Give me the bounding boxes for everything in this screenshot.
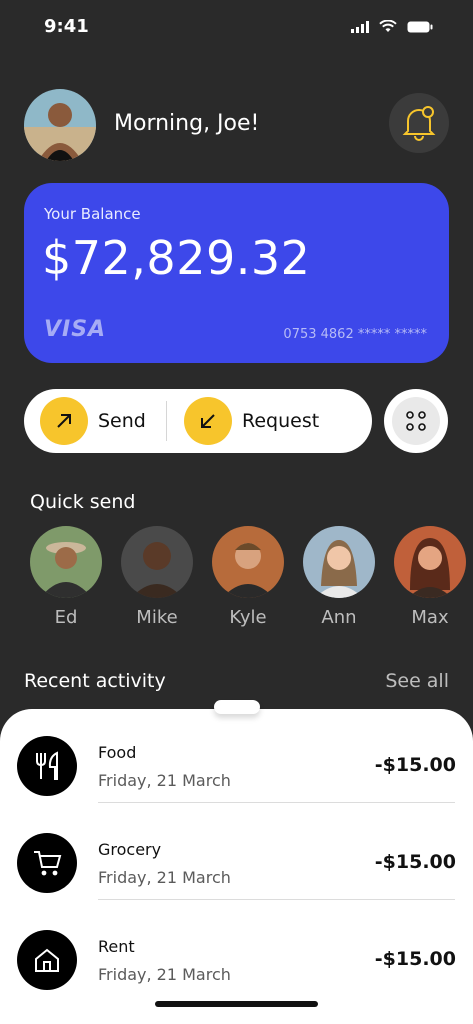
send-label: Send bbox=[98, 410, 146, 432]
request-button[interactable]: Request bbox=[184, 397, 319, 445]
wifi-icon bbox=[379, 20, 397, 32]
divider bbox=[98, 802, 455, 803]
cart-icon bbox=[17, 833, 77, 893]
card-brand-logo: VISA bbox=[44, 317, 107, 342]
transfer-actions: Send Request bbox=[24, 389, 372, 453]
transaction-date: Friday, 21 March bbox=[98, 868, 231, 887]
list-item[interactable]: Food Friday, 21 March -$15.00 bbox=[0, 721, 473, 818]
transaction-date: Friday, 21 March bbox=[98, 965, 231, 984]
battery-icon bbox=[407, 21, 433, 32]
contact-ann[interactable]: Ann bbox=[303, 526, 375, 628]
contact-name: Mike bbox=[136, 607, 178, 628]
house-icon bbox=[17, 930, 77, 990]
transaction-amount: -$15.00 bbox=[374, 948, 456, 970]
more-actions-button[interactable] bbox=[384, 389, 448, 453]
contact-name: Ann bbox=[321, 607, 357, 628]
transaction-title: Food bbox=[98, 743, 137, 762]
contact-ed[interactable]: Ed bbox=[30, 526, 102, 628]
bell-icon bbox=[402, 106, 436, 141]
card-number: 0753 4862 ***** ***** bbox=[283, 327, 427, 342]
contact-name: Max bbox=[411, 607, 449, 628]
arrow-up-right-icon bbox=[40, 397, 88, 445]
quick-send-list: Ed Mike Kyle Ann Max bbox=[30, 526, 473, 636]
contact-avatar bbox=[394, 526, 466, 598]
home-indicator[interactable] bbox=[155, 1001, 318, 1007]
see-all-link[interactable]: See all bbox=[385, 670, 449, 692]
transaction-title: Grocery bbox=[98, 840, 162, 859]
send-button[interactable]: Send bbox=[40, 397, 146, 445]
grid-icon bbox=[406, 411, 426, 431]
avatar[interactable] bbox=[24, 89, 96, 161]
signal-icon bbox=[351, 20, 369, 33]
contact-name: Kyle bbox=[229, 607, 267, 628]
header: Morning, Joe! bbox=[24, 89, 449, 161]
fork-knife-icon bbox=[17, 736, 77, 796]
list-item[interactable]: Rent Friday, 21 March -$15.00 bbox=[0, 915, 473, 1012]
list-item[interactable]: Grocery Friday, 21 March -$15.00 bbox=[0, 818, 473, 915]
divider bbox=[98, 899, 455, 900]
transaction-date: Friday, 21 March bbox=[98, 771, 231, 790]
balance-label: Your Balance bbox=[44, 205, 141, 223]
transaction-amount: -$15.00 bbox=[374, 754, 456, 776]
greeting-text: Morning, Joe! bbox=[114, 111, 260, 136]
status-bar: 9:41 bbox=[0, 0, 473, 54]
quick-send-title: Quick send bbox=[30, 491, 136, 513]
activity-sheet: Food Friday, 21 March -$15.00 Grocery Fr… bbox=[0, 709, 473, 1024]
app-screen: 9:41 Morning, Joe! Your Balance $72,829.… bbox=[0, 0, 473, 1024]
notification-button[interactable] bbox=[389, 93, 449, 153]
contact-name: Ed bbox=[54, 607, 78, 628]
contact-max[interactable]: Max bbox=[394, 526, 466, 628]
contact-avatar bbox=[121, 526, 193, 598]
recent-activity-title: Recent activity bbox=[24, 670, 166, 692]
sheet-handle[interactable] bbox=[214, 700, 260, 714]
contact-avatar bbox=[212, 526, 284, 598]
status-icons bbox=[351, 20, 433, 33]
contact-mike[interactable]: Mike bbox=[121, 526, 193, 628]
balance-card[interactable]: Your Balance $72,829.32 VISA 0753 4862 *… bbox=[24, 183, 449, 363]
balance-amount: $72,829.32 bbox=[42, 231, 311, 285]
status-time: 9:41 bbox=[44, 16, 89, 37]
arrow-down-left-icon bbox=[184, 397, 232, 445]
divider bbox=[166, 401, 167, 441]
transaction-title: Rent bbox=[98, 937, 135, 956]
contact-avatar bbox=[30, 526, 102, 598]
transaction-amount: -$15.00 bbox=[374, 851, 456, 873]
contact-kyle[interactable]: Kyle bbox=[212, 526, 284, 628]
request-label: Request bbox=[242, 410, 320, 432]
contact-avatar bbox=[303, 526, 375, 598]
